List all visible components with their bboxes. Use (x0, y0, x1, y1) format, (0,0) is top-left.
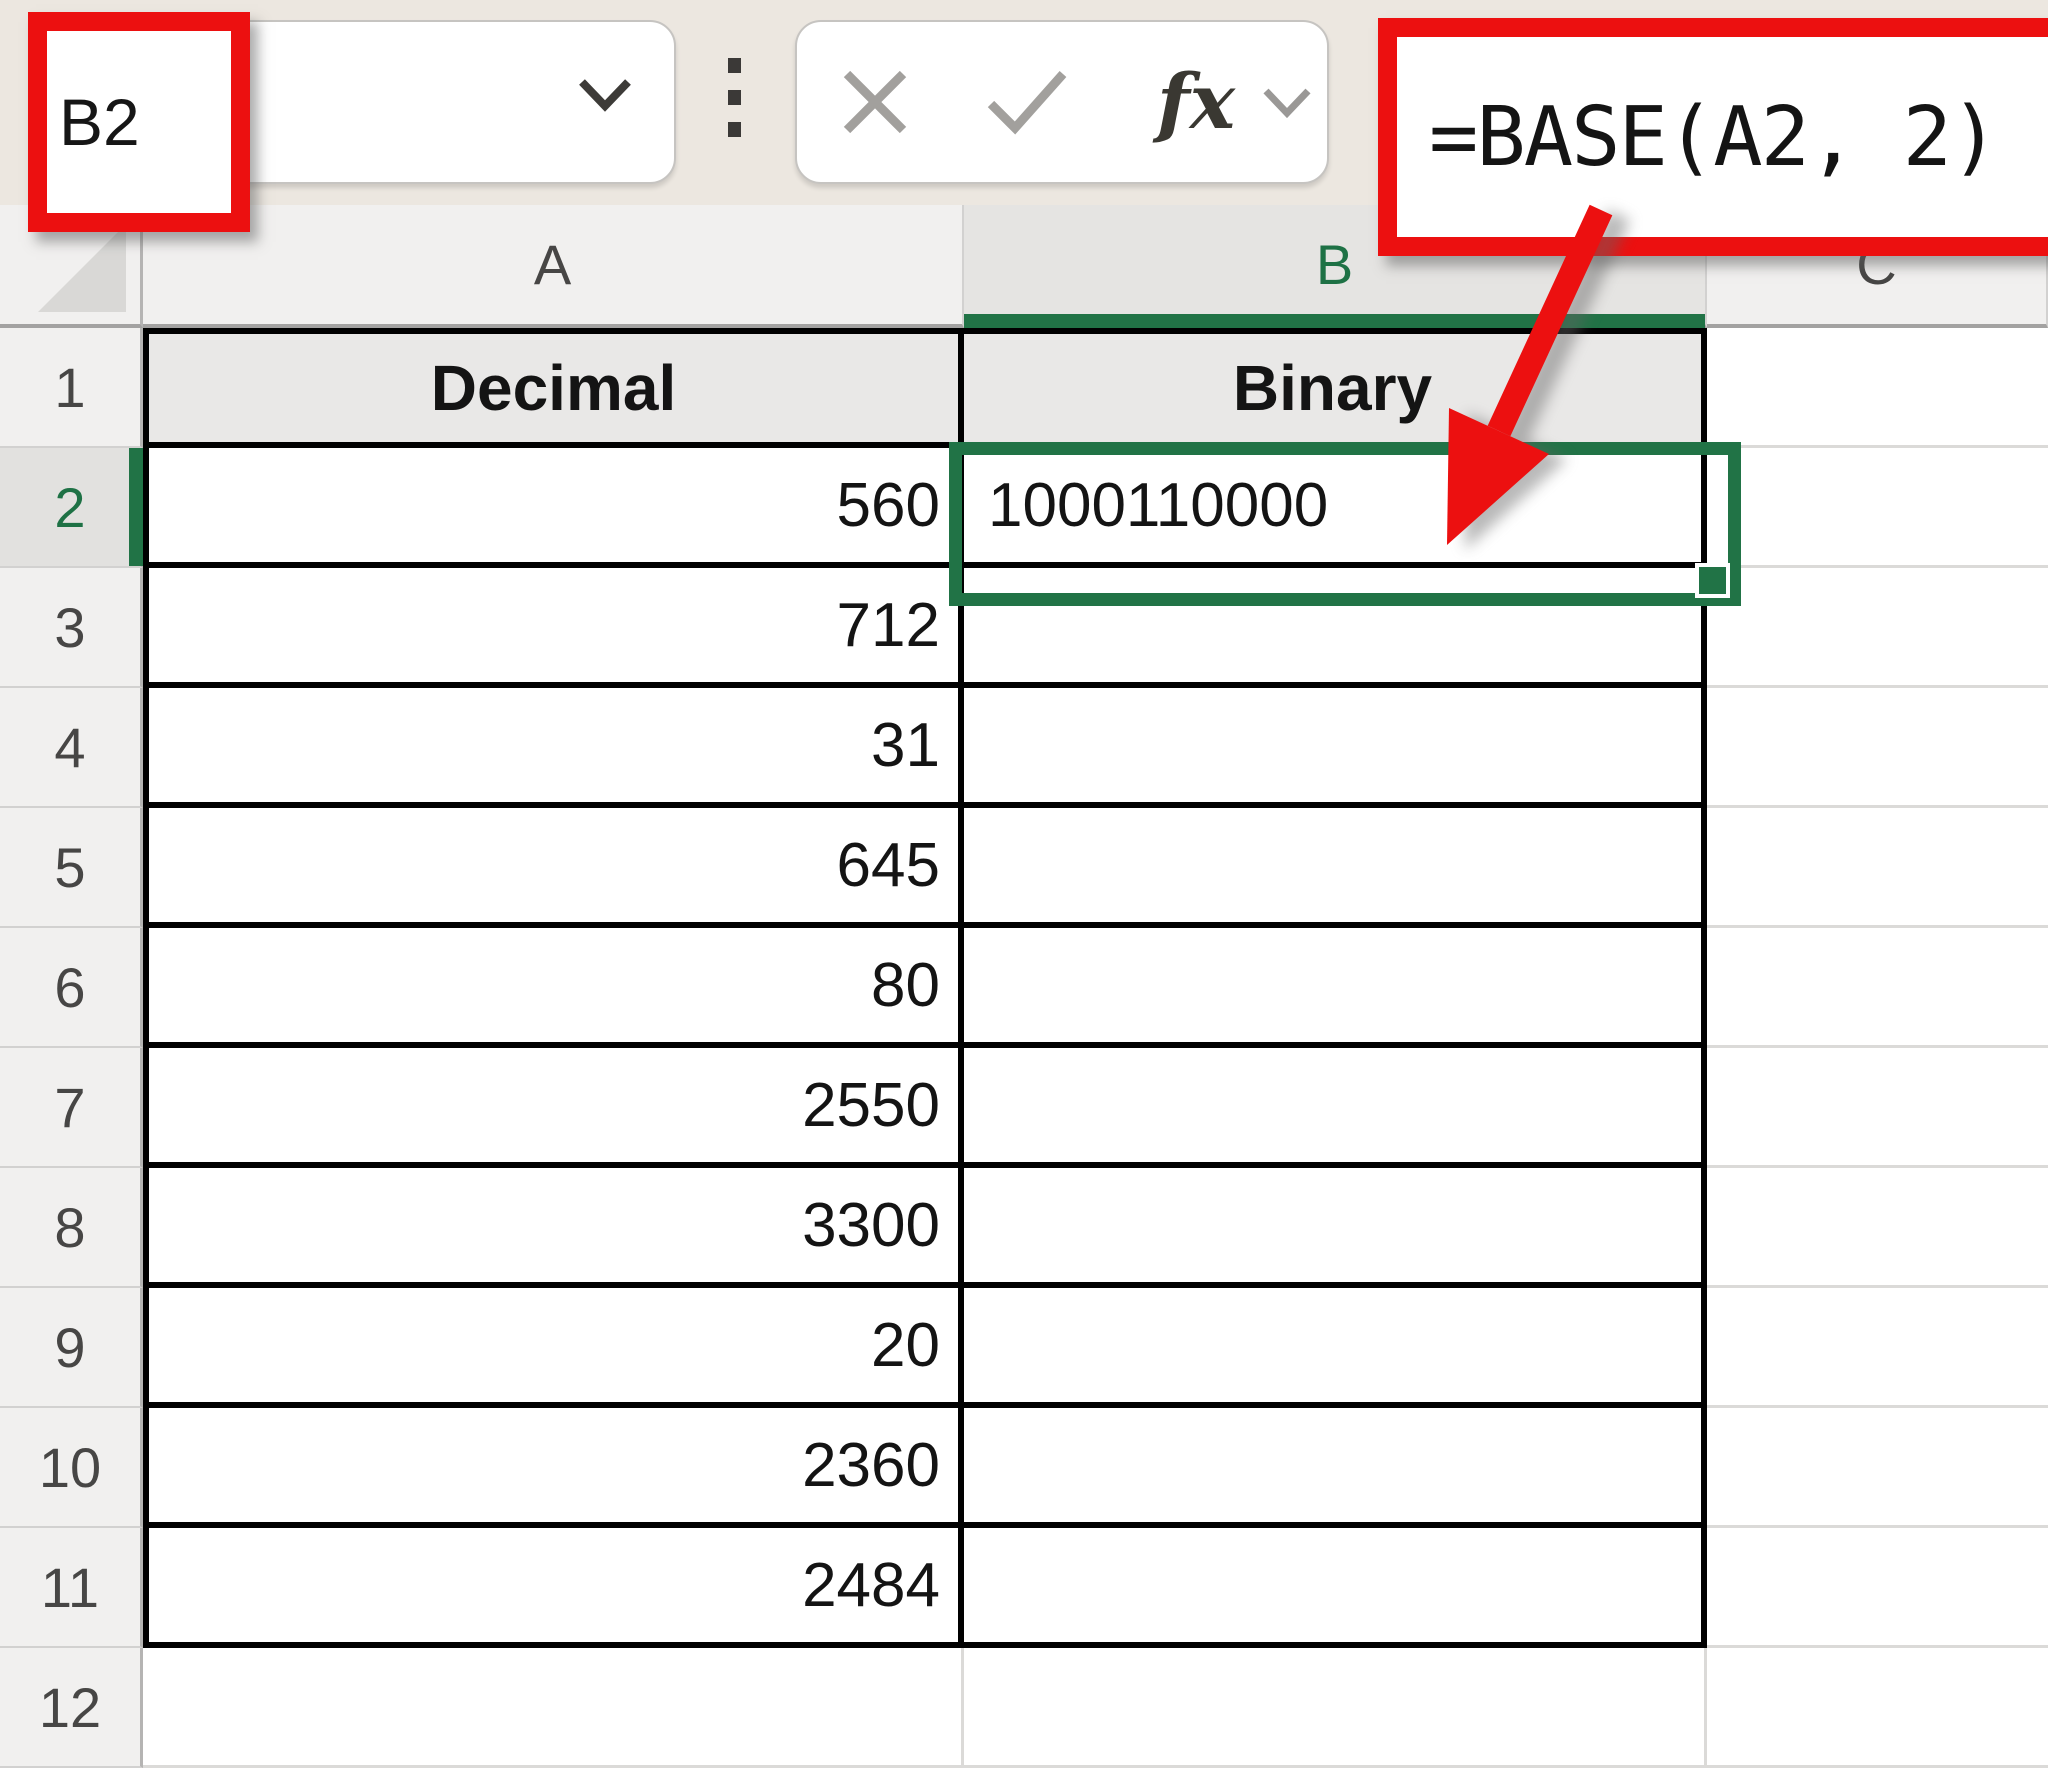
cell-A5[interactable]: 645 (143, 808, 964, 928)
formula-bar-area: B2 fx =BASE(A2, 2) (0, 0, 2048, 205)
excel-window: B2 fx =BASE(A2, 2) A B (0, 0, 2048, 1771)
fx-chevron-down-icon[interactable] (1261, 84, 1313, 120)
column-header-a[interactable]: A (143, 205, 964, 328)
cell-C2[interactable] (1707, 448, 2048, 568)
insert-function-fx-icon[interactable]: fx (1157, 64, 1235, 140)
fill-handle[interactable] (1699, 567, 1726, 594)
cancel-icon[interactable] (839, 66, 911, 138)
cell-B7[interactable] (964, 1048, 1707, 1168)
cell-A12[interactable] (143, 1648, 964, 1768)
name-box-chevron-down-icon[interactable] (576, 74, 634, 114)
row-header-12[interactable]: 12 (0, 1648, 143, 1768)
row-header-11[interactable]: 11 (0, 1528, 143, 1648)
cell-B11[interactable] (964, 1528, 1707, 1648)
cell-B12[interactable] (964, 1648, 1707, 1768)
spreadsheet-grid: A B C 1 Decimal Binary 2 560 1000110000 … (0, 205, 2048, 1768)
cell-C1[interactable] (1707, 328, 2048, 448)
cell-B4[interactable] (964, 688, 1707, 808)
formula-toolbar: fx (795, 20, 1329, 184)
cell-B10[interactable] (964, 1408, 1707, 1528)
cell-A3[interactable]: 712 (143, 568, 964, 688)
cell-C11[interactable] (1707, 1528, 2048, 1648)
row-header-7[interactable]: 7 (0, 1048, 143, 1168)
cell-C8[interactable] (1707, 1168, 2048, 1288)
row-header-5[interactable]: 5 (0, 808, 143, 928)
row-header-1[interactable]: 1 (0, 328, 143, 448)
enter-check-icon[interactable] (985, 66, 1069, 138)
cell-B6[interactable] (964, 928, 1707, 1048)
row-header-6[interactable]: 6 (0, 928, 143, 1048)
cell-A4[interactable]: 31 (143, 688, 964, 808)
cell-C4[interactable] (1707, 688, 2048, 808)
cell-A2[interactable]: 560 (143, 448, 964, 568)
formula-input[interactable]: =BASE(A2, 2) (1429, 90, 1997, 185)
cell-B3[interactable] (964, 568, 1707, 688)
row-header-9[interactable]: 9 (0, 1288, 143, 1408)
cell-C7[interactable] (1707, 1048, 2048, 1168)
formula-bar-drag-handle-icon[interactable] (728, 58, 741, 137)
row-header-3[interactable]: 3 (0, 568, 143, 688)
cell-A1[interactable]: Decimal (143, 328, 964, 448)
cell-B1[interactable]: Binary (964, 328, 1707, 448)
cell-A8[interactable]: 3300 (143, 1168, 964, 1288)
cell-B2[interactable]: 1000110000 (964, 448, 1707, 568)
select-all-triangle-icon (38, 224, 126, 312)
cell-C3[interactable] (1707, 568, 2048, 688)
cell-C5[interactable] (1707, 808, 2048, 928)
cell-reference[interactable]: B2 (59, 84, 140, 160)
cell-A6[interactable]: 80 (143, 928, 964, 1048)
row-header-8[interactable]: 8 (0, 1168, 143, 1288)
cell-C12[interactable] (1707, 1648, 2048, 1768)
cell-A7[interactable]: 2550 (143, 1048, 964, 1168)
cell-C6[interactable] (1707, 928, 2048, 1048)
row-header-4[interactable]: 4 (0, 688, 143, 808)
cell-A10[interactable]: 2360 (143, 1408, 964, 1528)
cell-B8[interactable] (964, 1168, 1707, 1288)
cell-C9[interactable] (1707, 1288, 2048, 1408)
cell-C10[interactable] (1707, 1408, 2048, 1528)
cell-B5[interactable] (964, 808, 1707, 928)
cell-A9[interactable]: 20 (143, 1288, 964, 1408)
row-header-10[interactable]: 10 (0, 1408, 143, 1528)
formula-highlight-box: =BASE(A2, 2) (1378, 18, 2048, 256)
cell-A11[interactable]: 2484 (143, 1528, 964, 1648)
cell-B9[interactable] (964, 1288, 1707, 1408)
row-header-2[interactable]: 2 (0, 448, 143, 568)
cell-reference-highlight-box: B2 (28, 12, 250, 232)
